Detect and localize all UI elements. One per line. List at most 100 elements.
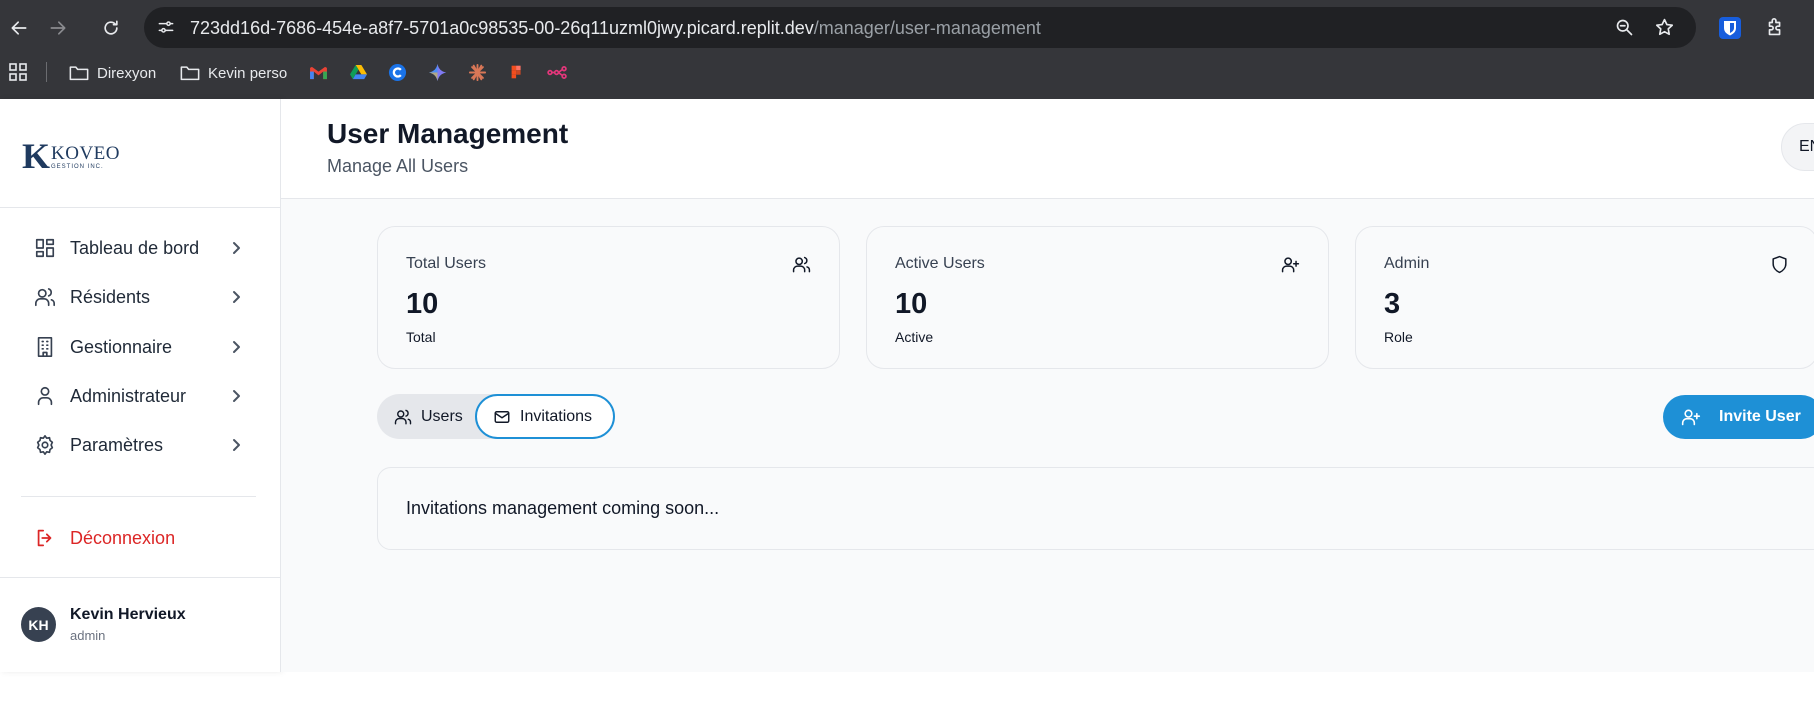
sidebar-item-manager[interactable]: Gestionnaire (34, 329, 244, 365)
chevron-right-icon (228, 388, 244, 404)
mail-icon (494, 410, 510, 423)
koveo-logo[interactable]: K KOVEO GESTION INC. (22, 136, 121, 176)
bookmark-label: Kevin perso (208, 64, 288, 82)
site-info-icon[interactable] (156, 17, 178, 39)
stat-card-total-users: Total Users 10 Total (377, 226, 840, 369)
user-role: admin (70, 628, 106, 643)
logo-letter: K (22, 136, 51, 176)
chevron-right-icon (228, 339, 244, 355)
reload-icon (104, 20, 118, 35)
folder-icon (69, 66, 89, 81)
sidebar-divider (0, 577, 281, 578)
forward-button[interactable] (43, 13, 73, 43)
language-button[interactable]: EN (1781, 123, 1814, 171)
star-icon[interactable] (1654, 17, 1676, 39)
user-plus-icon (1681, 409, 1701, 426)
sidebar-item-settings[interactable]: Paramètres (34, 427, 244, 463)
sidebar-item-label: Gestionnaire (70, 336, 173, 357)
building-icon (34, 336, 56, 358)
sidebar-item-label: Résidents (70, 286, 151, 307)
figma-icon[interactable] (506, 61, 528, 83)
invitations-panel: Invitations management coming soon... (377, 467, 1814, 550)
chevron-right-icon (228, 240, 244, 256)
logo-name: KOVEO (51, 143, 121, 164)
stat-caption: Total (406, 329, 436, 345)
sidebar-item-label: Tableau de bord (70, 237, 200, 258)
address-bar[interactable]: 723dd16d-7686-454e-a8f7-5701a0c98535-00-… (144, 7, 1696, 48)
user-name: Kevin Hervieux (70, 606, 186, 623)
users-icon (394, 409, 412, 424)
chevron-right-icon (228, 437, 244, 453)
tab-label: Invitations (520, 407, 593, 425)
chevron-right-icon (228, 289, 244, 305)
stat-value: 3 (1384, 288, 1401, 320)
page-header: User Management Manage All Users EN (281, 99, 1814, 199)
bookmark-label: Direxyon (97, 64, 157, 82)
arrow-right-icon (50, 21, 66, 35)
bookmarks-separator (46, 62, 47, 82)
coda-icon[interactable] (386, 61, 408, 83)
page-subtitle: Manage All Users (327, 156, 469, 176)
reload-button[interactable] (96, 13, 126, 43)
user-icon (34, 385, 56, 407)
sidebar-item-dashboard[interactable]: Tableau de bord (34, 230, 244, 266)
gmail-icon[interactable] (307, 61, 329, 83)
claude-icon[interactable] (466, 61, 488, 83)
shield-icon (1770, 255, 1790, 275)
sidebar-item-label: Administrateur (70, 385, 187, 406)
sidebar-item-residents[interactable]: Résidents (34, 279, 244, 315)
bitwarden-icon[interactable] (1717, 15, 1743, 41)
folder-icon (180, 66, 200, 81)
sidebar-item-label: Paramètres (70, 434, 164, 455)
invite-user-label: Invite User (1719, 408, 1801, 425)
tab-list: Users Invitations (377, 394, 615, 439)
stat-card-admin: Admin 3 Role (1355, 226, 1814, 369)
stat-label: Active Users (895, 255, 985, 272)
invite-user-button[interactable]: Invite User (1663, 395, 1814, 439)
invitations-message: Invitations management coming soon... (406, 498, 720, 518)
users-icon (34, 286, 56, 308)
dashboard-icon (34, 237, 56, 259)
tab-users[interactable]: Users (394, 394, 463, 439)
logout-icon (37, 529, 52, 547)
logo-subtitle: GESTION INC. (51, 164, 104, 170)
logout-button[interactable]: Déconnexion (34, 523, 175, 553)
app: K KOVEO GESTION INC. Tableau de bord Rés… (0, 99, 1814, 728)
user-profile[interactable]: KH Kevin Hervieux admin (21, 606, 186, 643)
zoom-icon[interactable] (1614, 17, 1636, 39)
user-info: Kevin Hervieux admin (70, 606, 186, 643)
back-button[interactable] (4, 13, 34, 43)
user-plus-icon (1281, 255, 1301, 275)
bookmark-kevin-perso[interactable]: Kevin perso (180, 60, 287, 86)
browser-chrome: 723dd16d-7686-454e-a8f7-5701a0c98535-00-… (0, 0, 1814, 99)
google-drive-icon[interactable] (347, 61, 369, 83)
apps-grid-icon[interactable] (7, 61, 29, 83)
sidebar: K KOVEO GESTION INC. Tableau de bord Rés… (0, 99, 281, 672)
url-path: /manager/user-management (813, 18, 1041, 38)
stat-label: Admin (1384, 255, 1430, 272)
gemini-icon[interactable] (426, 61, 448, 83)
page-title: User Management (327, 118, 569, 149)
nav-divider (21, 496, 256, 497)
bookmark-direxyon[interactable]: Direxyon (69, 60, 156, 86)
stat-caption: Active (895, 329, 934, 345)
extensions-icon[interactable] (1762, 15, 1788, 41)
url-host: 723dd16d-7686-454e-a8f7-5701a0c98535-00-… (190, 18, 814, 38)
stat-card-active-users: Active Users 10 Active (866, 226, 1329, 369)
url-text: 723dd16d-7686-454e-a8f7-5701a0c98535-00-… (190, 18, 1041, 39)
workflow-icon[interactable] (546, 61, 568, 83)
tab-label: Users (421, 407, 463, 425)
stat-caption: Role (1384, 329, 1413, 345)
users-icon (792, 255, 812, 275)
sidebar-item-admin[interactable]: Administrateur (34, 378, 244, 414)
stat-label: Total Users (406, 255, 487, 272)
sidebar-divider (0, 207, 281, 208)
stat-value: 10 (406, 288, 439, 320)
logo-text: KOVEO GESTION INC. (51, 143, 121, 171)
avatar: KH (21, 607, 56, 642)
logout-label: Déconnexion (70, 527, 176, 548)
arrow-left-icon (11, 21, 27, 35)
gear-icon (34, 434, 56, 456)
stat-value: 10 (895, 288, 928, 320)
tab-invitations[interactable]: Invitations (475, 394, 615, 439)
